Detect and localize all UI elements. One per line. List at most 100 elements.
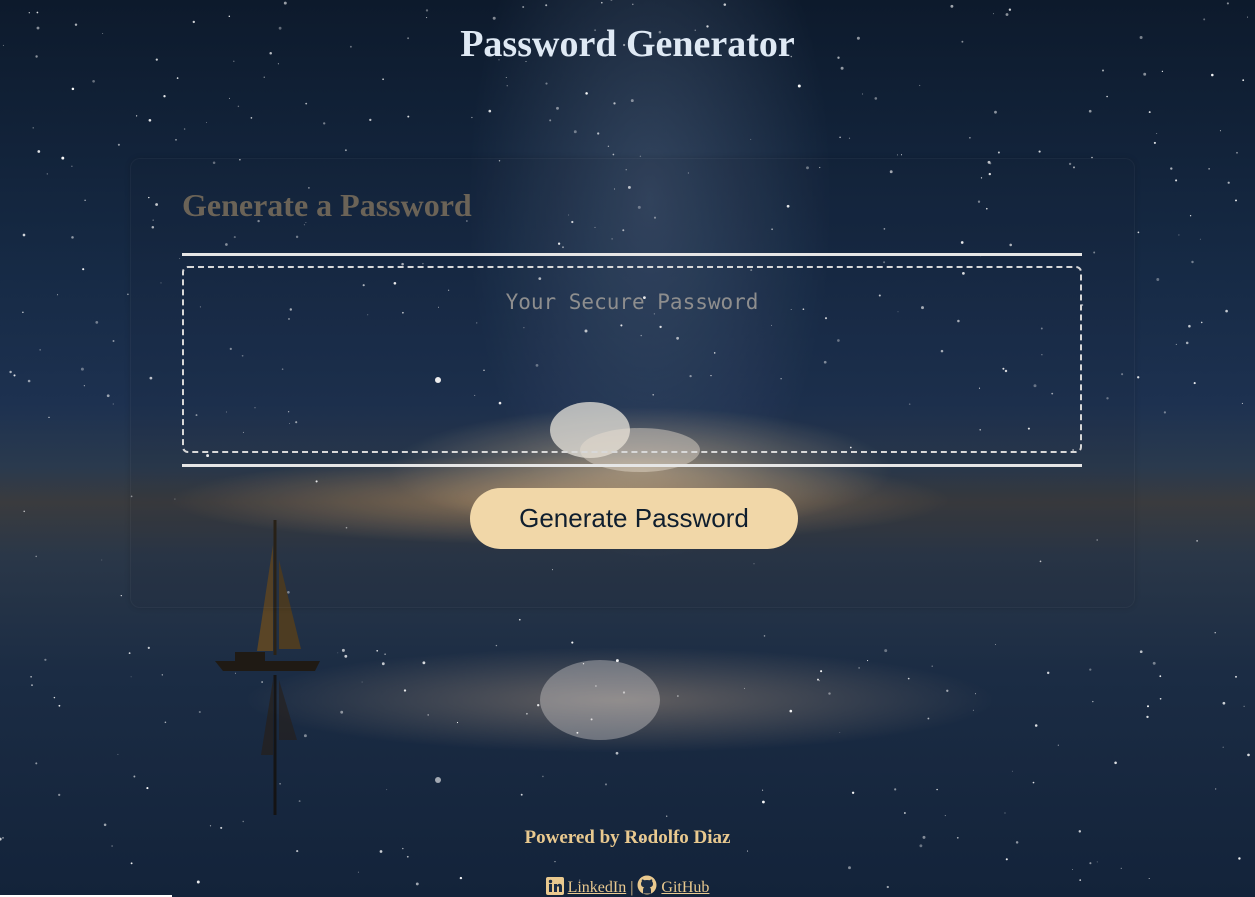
star [120, 594, 122, 597]
footer-links: LinkedIn | GitHub [0, 875, 1255, 897]
star [874, 97, 878, 100]
star [403, 689, 407, 692]
star [604, 783, 608, 786]
star [944, 815, 946, 817]
star [1096, 861, 1098, 863]
star [71, 165, 73, 167]
star [573, 130, 577, 134]
star [1137, 231, 1140, 234]
star [762, 789, 764, 791]
star [884, 649, 888, 653]
star [1238, 857, 1241, 860]
star [677, 695, 679, 697]
star [71, 87, 75, 91]
star [384, 653, 386, 655]
star [250, 117, 253, 119]
star [632, 3, 634, 6]
star [600, 1, 603, 4]
star [518, 618, 521, 621]
star [1101, 69, 1105, 72]
star [46, 173, 48, 175]
star [1241, 402, 1243, 404]
star [163, 95, 166, 98]
generate-password-button[interactable]: Generate Password [470, 488, 798, 549]
star [1200, 321, 1203, 324]
star [92, 79, 95, 83]
star [71, 236, 74, 239]
star [1188, 324, 1191, 328]
star [296, 850, 299, 853]
star [9, 370, 12, 374]
star [1243, 705, 1245, 707]
star [426, 17, 428, 19]
star [1185, 341, 1189, 345]
star [1175, 343, 1177, 345]
star [30, 676, 32, 678]
star [1227, 181, 1230, 184]
star [146, 787, 149, 790]
star [994, 110, 997, 114]
star [48, 416, 50, 419]
star [228, 97, 230, 99]
star [117, 143, 120, 146]
star [1147, 705, 1149, 708]
star [53, 696, 56, 699]
star [931, 665, 933, 667]
star [1057, 744, 1059, 746]
star [848, 866, 851, 870]
star [44, 658, 47, 661]
star [545, 82, 548, 85]
star [407, 115, 410, 118]
star [35, 762, 38, 765]
star [666, 815, 668, 817]
star [80, 367, 84, 371]
star [101, 559, 103, 561]
star [344, 149, 347, 152]
star [183, 128, 186, 130]
star [471, 116, 473, 119]
star [1139, 650, 1143, 654]
star [896, 154, 898, 156]
star [974, 693, 977, 695]
star [1219, 130, 1221, 132]
star [1196, 540, 1198, 542]
star [39, 349, 41, 351]
star [161, 674, 163, 676]
star [57, 294, 59, 296]
star [743, 687, 746, 689]
star [1088, 109, 1092, 113]
star [323, 122, 326, 125]
star [537, 704, 540, 707]
star [95, 321, 99, 324]
star [422, 661, 426, 665]
star [361, 681, 363, 683]
star [549, 119, 552, 122]
star [1214, 632, 1216, 634]
star [1193, 382, 1196, 385]
star [135, 115, 138, 117]
star [1159, 697, 1162, 700]
star [817, 678, 819, 681]
star [505, 76, 507, 79]
star [1247, 16, 1249, 18]
star [148, 118, 152, 122]
card-footer-divider [182, 464, 1082, 467]
star [520, 793, 523, 796]
star [175, 139, 177, 141]
star [613, 102, 616, 105]
star [35, 555, 37, 558]
password-card: Generate a Password Generate Password [130, 158, 1135, 608]
linkedin-link[interactable]: LinkedIn [568, 879, 627, 896]
github-link[interactable]: GitHub [661, 879, 709, 896]
star [112, 403, 114, 405]
star [1161, 70, 1164, 73]
star [1215, 788, 1217, 790]
star [1235, 675, 1237, 678]
star [1156, 132, 1158, 134]
star [198, 710, 201, 714]
link-separator: | [630, 879, 634, 896]
star [542, 775, 544, 778]
star [1247, 753, 1250, 757]
password-output[interactable] [182, 266, 1082, 453]
star [997, 151, 1000, 154]
